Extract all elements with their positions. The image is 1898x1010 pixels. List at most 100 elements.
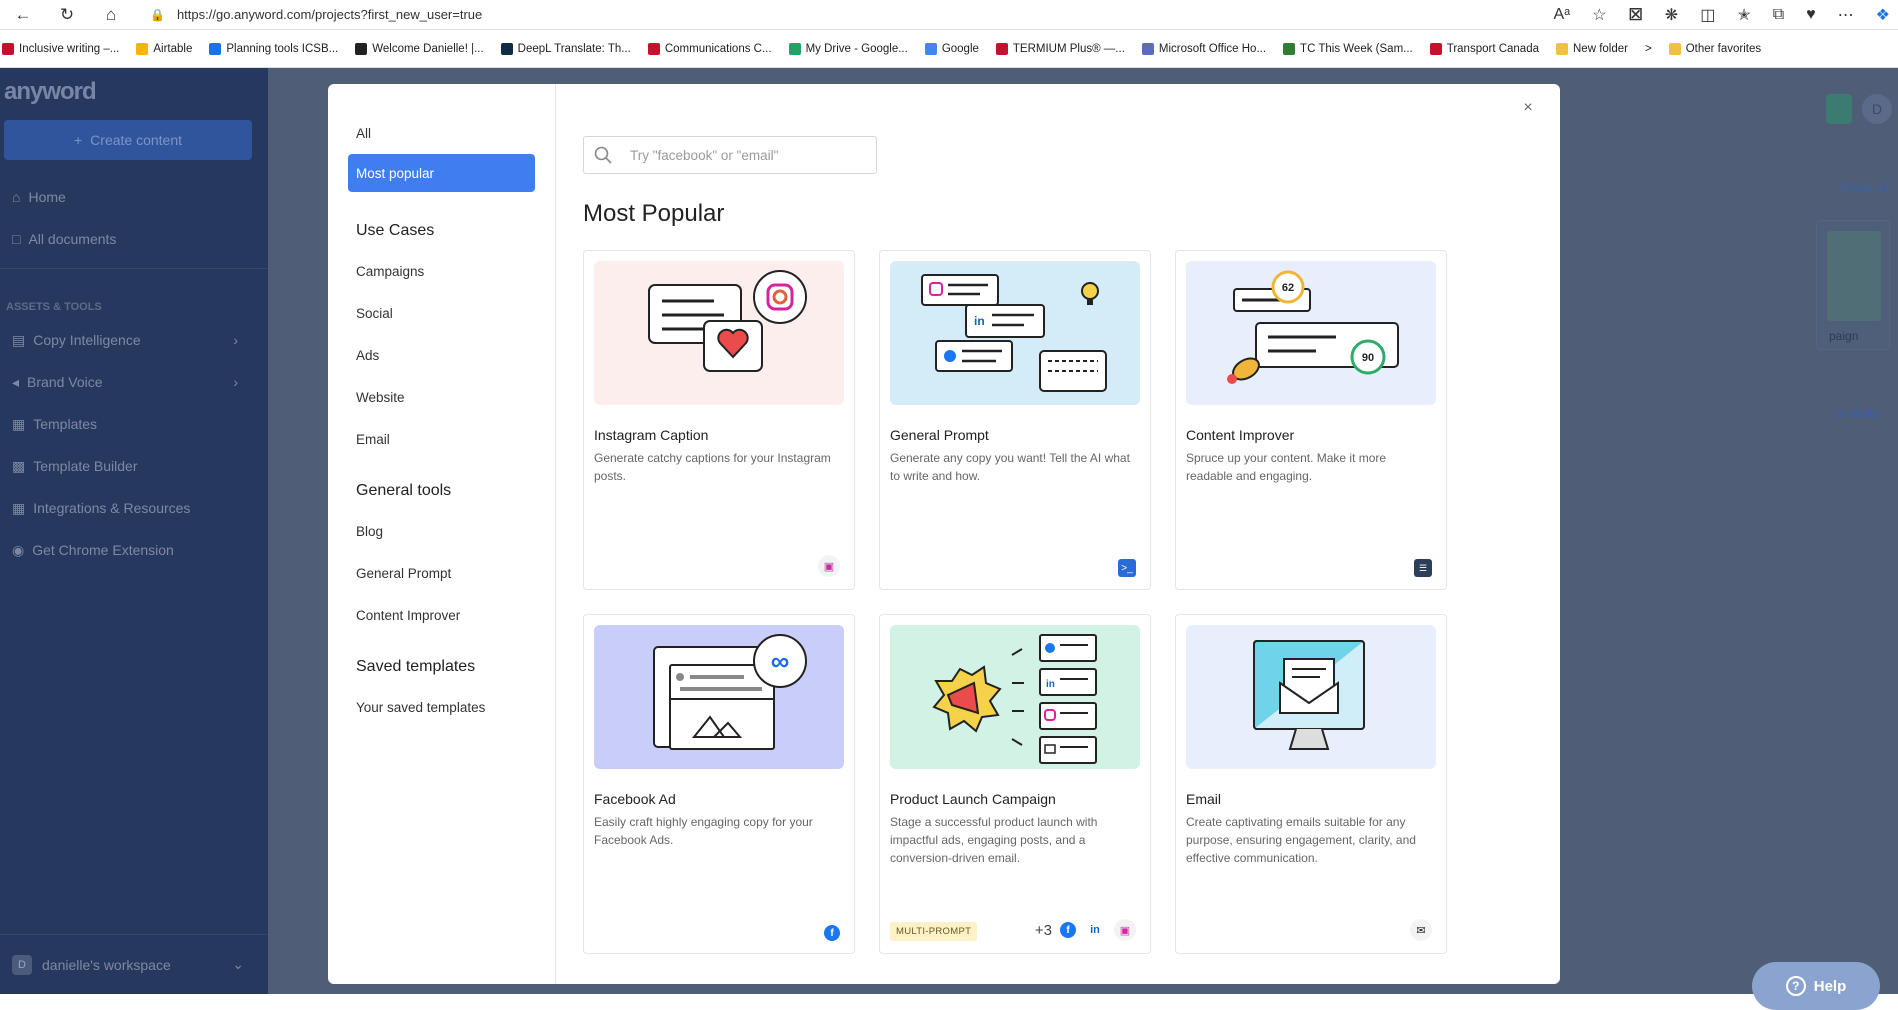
card-footer: +3 f in ▣ xyxy=(1035,919,1136,941)
nav-blog[interactable]: Blog xyxy=(348,510,535,552)
nav-social[interactable]: Social xyxy=(348,292,535,334)
sidebar-item-chrome-extension[interactable]: ◉ Get Chrome Extension xyxy=(0,529,268,571)
nav-all[interactable]: All xyxy=(348,112,535,154)
folder-icon xyxy=(1668,42,1681,55)
bookmark-item[interactable]: My Drive - Google... xyxy=(788,42,908,55)
bookmark-item[interactable]: Transport Canada xyxy=(1429,42,1539,55)
extensions-icon[interactable]: ❋ xyxy=(1665,5,1678,25)
nav-email[interactable]: Email xyxy=(348,418,535,460)
bookmarks-bar: Inclusive writing –... Airtable Planning t… xyxy=(0,30,1898,68)
show-all-link: Show all xyxy=(1840,180,1890,195)
sidebar-item-home[interactable]: ⌂ Home xyxy=(0,176,268,218)
bookmark-item[interactable]: DeepL Translate: Th... xyxy=(500,42,631,55)
card-description: Stage a successful product launch with i… xyxy=(890,815,1098,865)
use-cases-heading: Use Cases xyxy=(356,222,435,239)
template-card-instagram-caption[interactable]: Instagram Caption Generate catchy captio… xyxy=(583,250,855,590)
bookmark-label: My Drive - Google... xyxy=(805,42,908,55)
search-input[interactable] xyxy=(630,147,850,163)
template-card-general-prompt[interactable]: in General Prompt Generate any copy you … xyxy=(879,250,1151,590)
bookmark-item[interactable]: Planning tools ICSB... xyxy=(209,42,339,55)
copilot-icon[interactable]: ❖ xyxy=(1876,5,1890,25)
document-score-icon: ☰ xyxy=(1414,559,1432,577)
card-description: Generate any copy you want! Tell the AI … xyxy=(890,451,1130,483)
extension-x-icon[interactable]: ☒ xyxy=(1628,5,1642,25)
bookmark-item[interactable]: Inclusive writing –... xyxy=(2,42,120,55)
url-text: https://go.anyword.com/projects?first_ne… xyxy=(176,7,483,22)
nav-most-popular[interactable]: Most popular xyxy=(348,154,535,192)
create-content-label: Create content xyxy=(90,132,183,148)
nav-your-saved-templates[interactable]: Your saved templates xyxy=(348,686,535,728)
bookmark-item[interactable]: Google xyxy=(924,42,979,55)
template-card-product-launch[interactable]: in Product Launch Campaign Stage a succe… xyxy=(879,614,1151,954)
sidebar-item-label: Home xyxy=(28,189,66,205)
bookmarks-overflow-icon[interactable]: > xyxy=(1645,43,1652,55)
email-monitor-art xyxy=(1253,640,1365,750)
bookmark-favicon-icon xyxy=(209,42,222,55)
section-title: Most Popular xyxy=(583,200,725,227)
template-card-content-improver[interactable]: 62 90 Content Improver Spruce up your co… xyxy=(1175,250,1447,590)
template-card-email[interactable]: Email Create captivating emails suitable… xyxy=(1175,614,1447,954)
chat-heart-illustration xyxy=(648,270,807,372)
background-button xyxy=(1826,94,1852,124)
home-icon[interactable]: ⌂ xyxy=(96,3,126,27)
workspace-switcher[interactable]: D danielle's workspace ⌄ xyxy=(0,934,268,994)
create-content-button[interactable]: + Create content xyxy=(4,120,252,160)
refresh-icon[interactable]: ↻ xyxy=(52,3,82,27)
sidebar-item-all-documents[interactable]: □ All documents xyxy=(0,218,268,260)
folder-icon: □ xyxy=(12,231,21,247)
sidebar-item-integrations[interactable]: ▦ Integrations & Resources xyxy=(0,487,268,529)
nav-content-improver[interactable]: Content Improver xyxy=(348,594,535,636)
nav-website[interactable]: Website xyxy=(348,376,535,418)
card-footer: f xyxy=(824,925,840,941)
bookmark-item[interactable]: Airtable xyxy=(136,42,192,55)
bookmark-label: Planning tools ICSB... xyxy=(226,42,339,55)
other-favorites-label: Other favorites xyxy=(1685,42,1762,55)
bookmark-item[interactable]: New folder xyxy=(1556,42,1628,55)
card-title: Instagram Caption xyxy=(594,427,709,443)
nav-ads[interactable]: Ads xyxy=(348,334,535,376)
card-description: Generate catchy captions for your Instag… xyxy=(594,451,831,483)
sidebar-item-copy-intelligence[interactable]: ▤ Copy Intelligence › xyxy=(0,319,268,361)
back-icon[interactable]: ← xyxy=(8,3,38,27)
nav-general-prompt[interactable]: General Prompt xyxy=(348,552,535,594)
search-icon xyxy=(594,146,612,164)
card-title: Content Improver xyxy=(1186,427,1295,443)
bookmark-label: Inclusive writing –... xyxy=(19,42,120,55)
email-illustration xyxy=(1186,625,1436,769)
collections-icon[interactable]: ⧉ xyxy=(1773,6,1784,24)
bookmark-label: Welcome Danielle! |... xyxy=(372,42,484,55)
sidebar-item-templates[interactable]: ▦ Templates xyxy=(0,403,268,445)
facebook-ad-illustration: ∞ xyxy=(594,625,844,769)
bookmark-item[interactable]: Communications C... xyxy=(647,42,772,55)
sidebar-item-label: Get Chrome Extension xyxy=(32,542,174,558)
bookmark-favicon-icon xyxy=(924,42,937,55)
score-low: 62 xyxy=(1282,282,1294,294)
close-icon[interactable]: × xyxy=(1518,98,1538,118)
lock-icon: 🔒 xyxy=(150,7,165,22)
nav-campaigns[interactable]: Campaigns xyxy=(348,250,535,292)
anyword-logo: anyword xyxy=(4,78,97,105)
bookmark-item[interactable]: TC This Week (Sam... xyxy=(1283,42,1413,55)
more-icon[interactable]: ⋯ xyxy=(1838,5,1854,25)
read-aloud-icon[interactable]: Aᵃ xyxy=(1553,6,1570,24)
bookmark-favicon-icon xyxy=(1283,42,1296,55)
favorite-star-icon[interactable]: ☆ xyxy=(1592,5,1606,25)
split-screen-icon[interactable]: ◫ xyxy=(1700,5,1715,25)
performance-icon[interactable]: ♥ xyxy=(1806,6,1816,24)
instagram-icon: ▣ xyxy=(818,555,840,577)
other-favorites[interactable]: Other favorites xyxy=(1668,42,1762,55)
bookmark-label: Communications C... xyxy=(664,42,772,55)
bookmark-item[interactable]: TERMIUM Plus® —... xyxy=(995,42,1125,55)
sidebar-item-template-builder[interactable]: ▩ Template Builder xyxy=(0,445,268,487)
bookmark-item[interactable]: Welcome Danielle! |... xyxy=(355,42,484,55)
card-footer: ☰ xyxy=(1414,559,1432,577)
sidebar-item-brand-voice[interactable]: ◂ Brand Voice › xyxy=(0,361,268,403)
template-card-facebook-ad[interactable]: ∞ Facebook Ad Easily craft highly engagi… xyxy=(583,614,855,954)
sidebar-item-label: All documents xyxy=(28,231,117,247)
favorites-icon[interactable]: ✭ xyxy=(1737,5,1750,25)
bookmark-item[interactable]: Microsoft Office Ho... xyxy=(1141,42,1266,55)
card-title: General Prompt xyxy=(890,427,989,443)
help-button[interactable]: ? Help xyxy=(1752,962,1880,1010)
address-bar[interactable]: 🔒 https://go.anyword.com/projects?first_… xyxy=(140,1,1540,29)
chevron-right-icon: › xyxy=(233,332,238,348)
